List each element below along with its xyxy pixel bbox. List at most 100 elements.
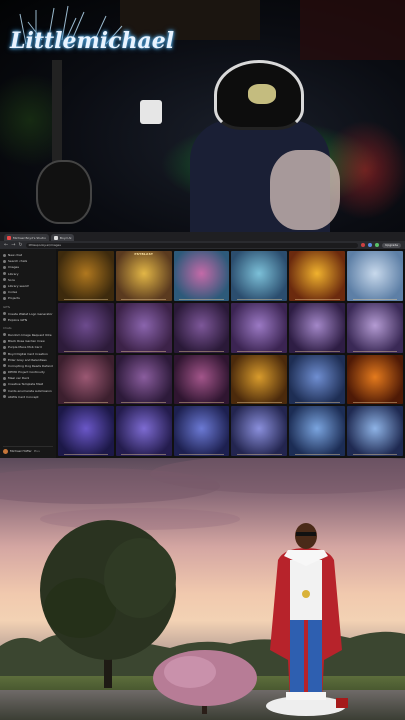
- user-name: Michael Hoffer: [10, 449, 32, 453]
- gallery-image[interactable]: [115, 354, 172, 405]
- sidebar-item-label: Corrupting Dog Reads Defender: [8, 363, 53, 368]
- sidebar-item-label: Projects: [8, 296, 20, 301]
- guitar-body: [36, 160, 92, 224]
- card-caption-bar: [63, 350, 109, 352]
- tab-title: Michael Boyd's Studio: [13, 235, 46, 240]
- sidebar-item-label: Library search: [8, 284, 30, 289]
- gallery-image[interactable]: [347, 302, 403, 353]
- gallery-image[interactable]: [231, 406, 288, 456]
- sidebar-item-projects[interactable]: Projects: [3, 295, 53, 301]
- extension-icon[interactable]: [368, 243, 373, 247]
- card-caption-bar: [179, 454, 224, 455]
- card-caption-bar: [237, 350, 282, 352]
- gallery-image[interactable]: [173, 406, 230, 456]
- chat-icon: [3, 352, 6, 356]
- address-text: littlespooky.ai/images: [28, 243, 61, 247]
- tab-favicon-icon: [7, 235, 11, 240]
- card-caption-bar: [237, 298, 282, 300]
- card-caption-bar: [352, 350, 398, 352]
- reload-icon[interactable]: ↻: [18, 242, 22, 248]
- sidebar-item-label: DEMO Project Continuity: [8, 370, 45, 375]
- character-figure: [266, 523, 348, 716]
- image-gallery: PSYBLAST: [56, 249, 405, 458]
- address-bar[interactable]: littlespooky.ai/images: [25, 242, 359, 248]
- card-caption-bar: [352, 298, 398, 300]
- image-icon: [3, 265, 6, 269]
- gallery-image[interactable]: [289, 406, 346, 456]
- gallery-image[interactable]: [347, 251, 403, 301]
- card-caption-bar: [179, 350, 224, 352]
- gallery-image[interactable]: [58, 251, 114, 301]
- sidebar-chats: Random Image Request Vote Black Rose Gard…: [3, 332, 53, 400]
- stream-layout: Littlemichael Michael Boyd's Studio Boyd…: [0, 0, 405, 720]
- sidebar-item-label: Images: [8, 265, 19, 270]
- browser-toolbar: ← → ↻ littlespooky.ai/images Upgrade: [0, 241, 405, 249]
- gallery-image[interactable]: [347, 406, 403, 456]
- sidebar-gpt-item[interactable]: Explore GPTs: [3, 317, 53, 323]
- sidebar-item-label: Codex: [8, 290, 18, 295]
- gallery-image[interactable]: [58, 354, 114, 405]
- gpt-icon: [3, 312, 6, 316]
- chat-icon: [3, 382, 6, 386]
- chat-icon: [3, 333, 6, 337]
- chat-icon: [3, 395, 6, 399]
- chat-icon: [3, 364, 6, 368]
- book-icon: [3, 284, 6, 288]
- card-caption-bar: [237, 454, 282, 455]
- gallery-image[interactable]: PSYBLAST: [115, 251, 172, 301]
- webcam-feed: Littlemichael: [0, 0, 405, 232]
- browser-window: Michael Boyd's Studio Boyd AI ← → ↻ litt…: [0, 232, 405, 458]
- app-body: New chat Search chats Images Library Sora Lib…: [0, 249, 405, 458]
- card-caption-bar: [294, 454, 340, 455]
- sidebar: New chat Search chats Images Library Sora Lib…: [0, 249, 56, 458]
- sidebar-item-label: Mael ver Deck: [8, 376, 30, 381]
- hat-logo-icon: [248, 84, 276, 104]
- channel-logo: Littlemichael: [10, 28, 175, 54]
- sidebar-item-label: Sora: [8, 277, 15, 282]
- tab-bar: Michael Boyd's Studio Boyd AI: [0, 232, 405, 241]
- sidebar-item-label: Random Image Request Vote: [8, 332, 52, 337]
- forward-icon[interactable]: →: [11, 242, 15, 248]
- gallery-image[interactable]: [58, 406, 114, 456]
- grid-icon: [3, 318, 6, 322]
- sidebar-item-label: New chat: [8, 253, 23, 258]
- gallery-image[interactable]: [173, 251, 230, 301]
- chat-icon: [3, 339, 6, 343]
- card-caption-bar: [121, 350, 167, 352]
- sidebar-item-label: Purple Mace Mob Card: [8, 345, 42, 350]
- upgrade-button[interactable]: Upgrade: [382, 242, 401, 248]
- cup: [140, 100, 162, 124]
- card-caption-bar: [179, 402, 224, 404]
- card-caption-bar: [121, 298, 167, 300]
- extension-icon[interactable]: [361, 243, 366, 247]
- gallery-image[interactable]: [231, 302, 288, 353]
- sidebar-item-label: AKWG Card Concept: [8, 394, 39, 399]
- gallery-image[interactable]: [289, 302, 346, 353]
- flowering-tree: [153, 650, 257, 714]
- gallery-image[interactable]: [115, 406, 172, 456]
- card-caption-bar: [237, 402, 282, 404]
- extension-icon[interactable]: [375, 243, 380, 247]
- gallery-image[interactable]: [289, 251, 346, 301]
- card-caption-bar: [294, 402, 340, 404]
- tab-studio[interactable]: Michael Boyd's Studio: [4, 234, 49, 241]
- sidebar-item-label: Library: [8, 271, 19, 276]
- code-icon: [3, 290, 6, 294]
- tab-favicon-icon: [53, 235, 58, 240]
- sidebar-gpts: Create Wallet Logo Generator Explore GPTs: [3, 311, 53, 323]
- gallery-image[interactable]: [289, 354, 346, 405]
- gallery-image[interactable]: [173, 302, 230, 353]
- back-icon[interactable]: ←: [4, 242, 8, 248]
- sidebar-item-label: Search chats: [8, 259, 28, 264]
- gallery-image[interactable]: [231, 251, 288, 301]
- gallery-image[interactable]: [115, 302, 172, 353]
- compose-icon: [3, 253, 6, 257]
- gallery-image[interactable]: [231, 354, 288, 405]
- gallery-image[interactable]: [347, 354, 403, 405]
- tab-boyd-ai[interactable]: Boyd AI: [50, 234, 75, 241]
- user-menu[interactable]: Michael Hoffer Plus: [3, 446, 53, 455]
- sidebar-item-label: Black Rose Garden Crew: [8, 339, 45, 344]
- gallery-image[interactable]: [58, 302, 114, 353]
- chat-icon: [3, 358, 6, 362]
- gallery-image[interactable]: [173, 354, 230, 405]
